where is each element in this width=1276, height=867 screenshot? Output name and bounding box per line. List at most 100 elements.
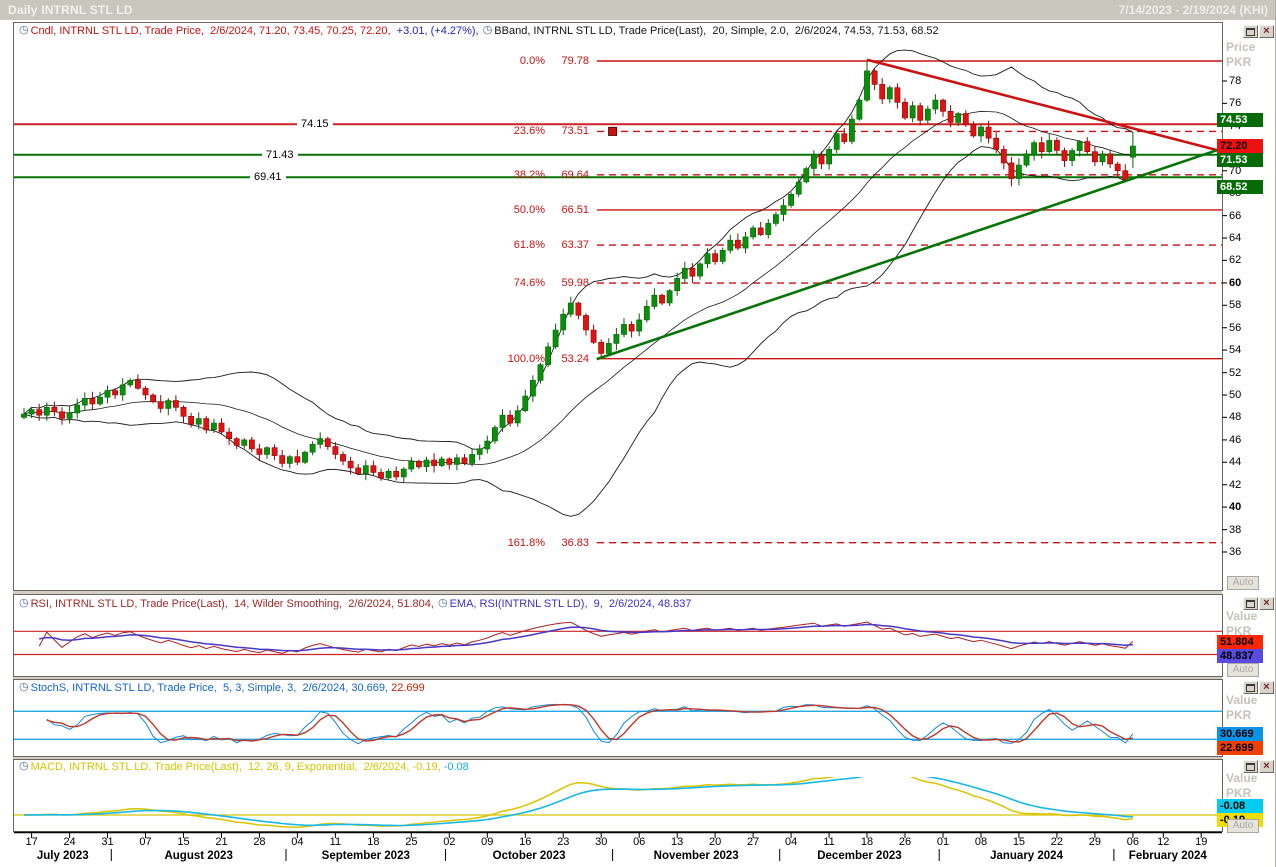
axis-title: Value (1226, 771, 1258, 785)
x-axis-day-tick: 30 (595, 836, 608, 848)
x-axis-day-tick: 26 (898, 836, 912, 848)
price-badge: 30.669 (1217, 727, 1263, 742)
x-axis-day-tick: 23 (557, 836, 570, 848)
price-axis-tick: 54 (1229, 344, 1242, 357)
x-axis-day-tick: 15 (1012, 836, 1026, 848)
close-icon: × (1263, 760, 1270, 772)
x-axis-day-tick: 18 (860, 836, 874, 848)
x-axis-month-label: July 2023 (36, 850, 89, 862)
fib-level-price: 59.98 (561, 277, 589, 290)
price-axis-tick: 50 (1229, 389, 1242, 401)
x-axis-day-tick: 25 (405, 836, 418, 848)
fib-level-price: 63.37 (561, 239, 589, 252)
price-badge: 22.699 (1217, 741, 1263, 756)
x-axis-day-tick: 28 (253, 836, 266, 848)
x-axis-day-tick: 22 (1050, 836, 1064, 848)
x-axis-month-label: January 2024 (990, 850, 1063, 862)
axis-title: Price (1226, 40, 1256, 54)
price-badge: 74.53 (1217, 112, 1263, 127)
x-axis-day-tick: 06 (1126, 836, 1139, 848)
x-axis-day-tick: 24 (63, 836, 76, 848)
fib-level-price: 53.24 (561, 352, 589, 365)
price-axis-tick: 40 (1229, 501, 1242, 514)
x-axis-day-tick: 01 (936, 836, 950, 848)
price-axis-tick: 58 (1229, 299, 1242, 312)
support-line-label: 69.41 (250, 171, 286, 185)
price-badge: 48.837 (1217, 648, 1263, 663)
auto-scale-button[interactable]: Auto (1227, 819, 1259, 833)
pane-splitter[interactable] (13, 676, 1222, 679)
auto-scale-button[interactable]: Auto (1227, 576, 1259, 590)
chart-client-area: 7876747270686664626058565452504846444240… (0, 20, 1275, 867)
restore-icon (1246, 28, 1255, 36)
fib-level-price: 69.64 (561, 168, 589, 181)
x-axis-month-label: August 2023 (164, 850, 233, 862)
x-axis-day-tick: 16 (519, 836, 532, 848)
x-axis-day-tick: 13 (671, 836, 684, 848)
price-badge: 51.804 (1217, 634, 1263, 649)
x-axis-month-label: September 2023 (321, 850, 410, 862)
x-axis-day-tick: 27 (746, 836, 760, 848)
fib-level-pct: 100.0% (507, 352, 545, 365)
x-axis-day-tick: 06 (633, 836, 646, 848)
x-axis-month-label: February 2024 (1128, 850, 1207, 862)
fib-level-pct: 0.0% (519, 55, 545, 68)
close-icon: × (1263, 25, 1270, 37)
x-axis-month-label: November 2023 (653, 850, 739, 862)
price-badge: 68.52 (1217, 180, 1263, 195)
price-axis-tick: 62 (1229, 254, 1242, 267)
price-axis-tick: 48 (1229, 411, 1242, 424)
fib-level-price: 36.83 (561, 536, 589, 549)
chart-window: Daily INTRNL STL LD 7/14/2023 - 2/19/202… (0, 0, 1276, 867)
restore-button[interactable] (1243, 681, 1258, 694)
x-axis-day-tick: 02 (443, 836, 456, 848)
x-axis-day-tick: 31 (101, 836, 114, 848)
axis-title: Value (1226, 609, 1258, 623)
close-button[interactable]: × (1259, 597, 1274, 610)
x-axis-day-tick: 21 (215, 836, 228, 848)
price-pane[interactable] (13, 22, 1222, 590)
fib-level-price: 73.51 (561, 125, 589, 138)
close-icon: × (1263, 681, 1270, 693)
close-button[interactable]: × (1259, 25, 1274, 38)
x-axis-day-tick: 11 (823, 836, 835, 848)
auto-scale-button[interactable]: Auto (1227, 663, 1259, 677)
axis-title: PKR (1226, 55, 1252, 69)
x-axis-month-label: October 2023 (492, 850, 566, 862)
close-button[interactable]: × (1259, 681, 1274, 694)
pane-splitter[interactable] (13, 756, 1222, 759)
fib-level-pct: 50.0% (513, 203, 545, 216)
restore-button[interactable] (1243, 597, 1258, 610)
window-titlebar[interactable]: Daily INTRNL STL LD 7/14/2023 - 2/19/202… (0, 0, 1275, 21)
x-axis-day-tick: 18 (367, 836, 380, 848)
price-axis-tick: 76 (1229, 97, 1242, 110)
x-axis-day-tick: 29 (1088, 836, 1102, 848)
price-axis-tick: 38 (1229, 523, 1242, 536)
price-axis-tick: 56 (1229, 321, 1242, 334)
restore-icon (1246, 763, 1255, 771)
price-axis-tick: 66 (1229, 209, 1242, 222)
macd-pane[interactable] (13, 759, 1222, 831)
x-axis-day-tick: 12 (1157, 836, 1170, 848)
x-axis-day-tick: 17 (25, 836, 38, 848)
x-axis-day-tick: 08 (974, 836, 988, 848)
restore-button[interactable] (1243, 25, 1258, 38)
window-title: Daily INTRNL STL LD (8, 3, 133, 17)
price-axis-tick: 64 (1229, 232, 1242, 244)
rsi-pane[interactable] (13, 594, 1222, 676)
fib-level-pct: 23.6% (513, 125, 545, 138)
price-axis-tick: 42 (1229, 478, 1242, 491)
price-axis-tick: 60 (1229, 276, 1242, 289)
fib-level-price: 79.78 (561, 55, 589, 68)
price-axis-tick: 36 (1229, 546, 1242, 558)
pane-splitter[interactable] (13, 590, 1222, 594)
restore-icon (1246, 684, 1255, 692)
close-button[interactable]: × (1259, 760, 1274, 773)
stoch-pane[interactable] (13, 679, 1222, 756)
x-axis-day-tick: 15 (177, 836, 190, 848)
price-axis-tick: 78 (1229, 75, 1242, 87)
fib-level-pct: 38.2% (513, 168, 545, 181)
price-axis-tick: 44 (1229, 456, 1242, 469)
support-line-label: 71.43 (262, 148, 298, 162)
restore-button[interactable] (1243, 760, 1258, 773)
